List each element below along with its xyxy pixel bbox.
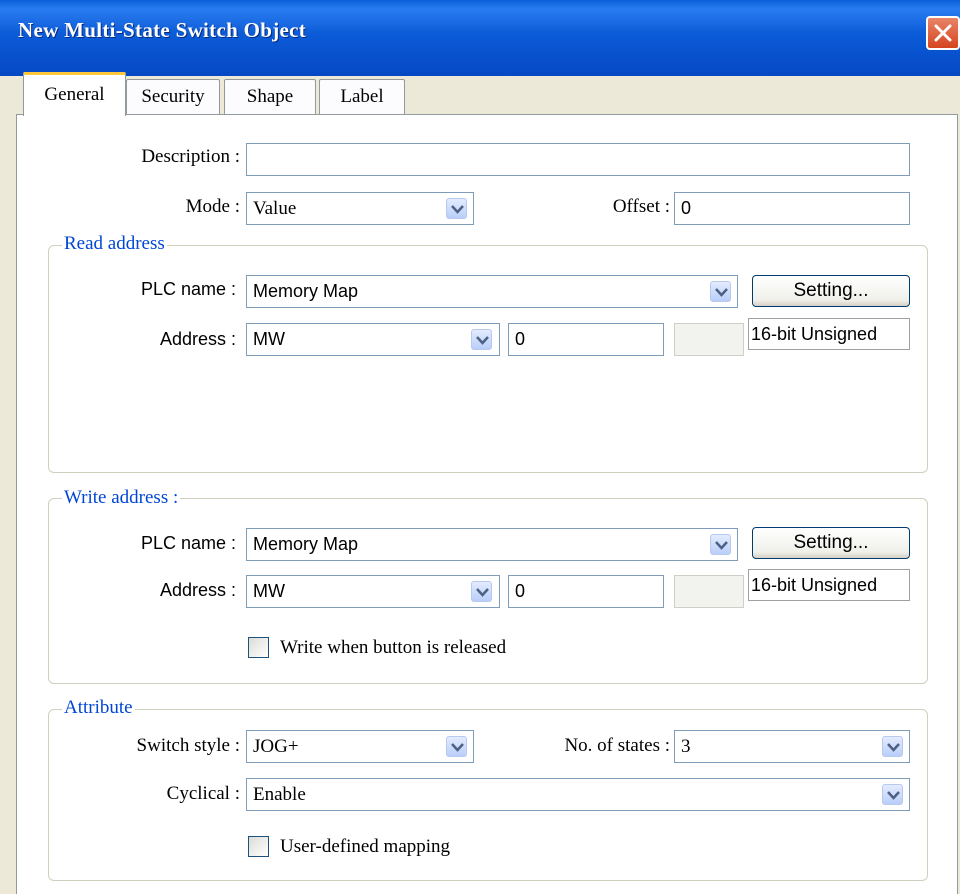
tab-security[interactable]: Security (126, 79, 220, 114)
read-address-title: Read address (62, 233, 167, 255)
read-address-extra-field (674, 323, 744, 356)
offset-input[interactable]: 0 (674, 192, 910, 225)
read-plc-select[interactable]: Memory Map (246, 275, 738, 308)
read-plc-value: Memory Map (253, 281, 359, 301)
write-on-release-label[interactable]: Write when button is released (280, 634, 506, 662)
write-plc-dropdown-arrow[interactable] (710, 534, 731, 555)
cyclical-dropdown-arrow[interactable] (882, 784, 903, 805)
read-device-select[interactable]: MW (246, 323, 500, 356)
states-label: No. of states : (564, 735, 670, 756)
switch-style-select[interactable]: JOG+ (246, 730, 474, 763)
mode-select[interactable]: Value (246, 192, 474, 225)
write-device-select[interactable]: MW (246, 575, 500, 608)
switch-style-value: JOG+ (253, 736, 299, 757)
states-select[interactable]: 3 (674, 730, 910, 763)
chevron-down-icon (887, 743, 900, 752)
chevron-down-icon (476, 588, 489, 597)
states-value: 3 (681, 736, 691, 757)
tab-general[interactable]: General (23, 72, 126, 116)
write-plc-select[interactable]: Memory Map (246, 528, 738, 561)
read-plc-label: PLC name : (140, 279, 236, 299)
offset-label: Offset : (612, 196, 670, 217)
cyclical-label: Cyclical : (166, 783, 240, 804)
close-icon (934, 24, 952, 42)
read-device-dropdown-arrow[interactable] (471, 329, 492, 350)
window-title: New Multi-State Switch Object (18, 18, 307, 42)
read-device-value: MW (253, 329, 285, 349)
attribute-title: Attribute (62, 697, 135, 719)
cyclical-value: Enable (253, 784, 306, 805)
write-setting-button[interactable]: Setting... (752, 527, 910, 559)
switch-style-label: Switch style : (136, 735, 240, 756)
write-data-type: 16-bit Unsigned (748, 569, 910, 601)
description-label: Description : (141, 146, 240, 167)
chevron-down-icon (451, 205, 464, 214)
chevron-down-icon (715, 288, 728, 297)
user-mapping-label[interactable]: User-defined mapping (280, 833, 450, 861)
read-address-input[interactable]: 0 (508, 323, 664, 356)
chevron-down-icon (887, 791, 900, 800)
tab-label[interactable]: Label (319, 79, 405, 114)
write-address-label: Address : (159, 580, 236, 600)
write-on-release-checkbox[interactable] (248, 637, 269, 658)
write-device-value: MW (253, 581, 285, 601)
mode-dropdown-arrow[interactable] (446, 198, 467, 219)
read-data-type: 16-bit Unsigned (748, 318, 910, 350)
write-address-title: Write address : (62, 487, 181, 509)
chevron-down-icon (451, 743, 464, 752)
read-plc-dropdown-arrow[interactable] (710, 281, 731, 302)
write-plc-value: Memory Map (253, 534, 359, 554)
states-dropdown-arrow[interactable] (882, 736, 903, 757)
read-address-label: Address : (159, 329, 236, 349)
read-setting-button[interactable]: Setting... (752, 275, 910, 307)
cyclical-select[interactable]: Enable (246, 778, 910, 811)
close-button[interactable] (926, 16, 960, 50)
user-mapping-checkbox[interactable] (248, 836, 269, 857)
chevron-down-icon (476, 336, 489, 345)
chevron-down-icon (715, 541, 728, 550)
switch-style-dropdown-arrow[interactable] (446, 736, 467, 757)
description-input[interactable] (246, 143, 910, 176)
write-address-input[interactable]: 0 (508, 575, 664, 608)
mode-label: Mode : (185, 196, 240, 217)
mode-select-value: Value (253, 198, 297, 219)
write-address-extra-field (674, 575, 744, 608)
write-device-dropdown-arrow[interactable] (471, 581, 492, 602)
tab-shape[interactable]: Shape (224, 79, 316, 114)
write-plc-label: PLC name : (140, 533, 236, 553)
